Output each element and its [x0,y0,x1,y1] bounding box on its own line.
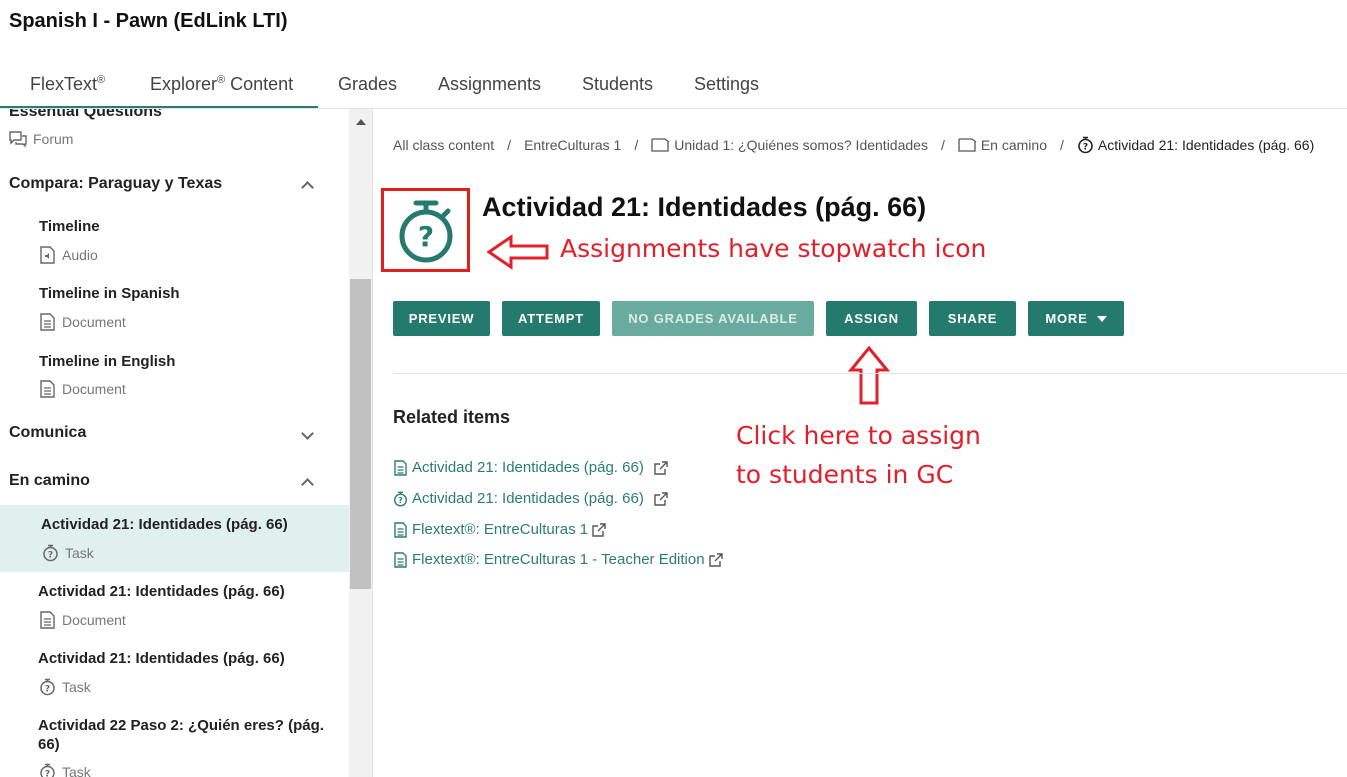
svg-text:?: ? [1083,143,1088,153]
document-icon [394,459,407,476]
annotation-assign-note-line1: Click here to assign [736,421,981,450]
svg-text:?: ? [418,220,434,253]
share-button[interactable]: SHARE [929,301,1016,336]
annotation-arrow-left-icon [487,234,549,270]
scroll-up-arrow-icon[interactable] [356,119,366,125]
preview-button[interactable]: PREVIEW [393,301,490,336]
svg-text:?: ? [45,685,50,695]
sidebar-item-type: Document [39,380,126,398]
attempt-button[interactable]: ATTEMPT [502,301,600,336]
no-grades-button: NO GRADES AVAILABLE [612,301,814,336]
document-icon [40,380,55,398]
breadcrumb-item-current: ? Actividad 21: Identidades (pág. 66) [1077,136,1314,154]
svg-text:?: ? [398,496,403,505]
assign-button[interactable]: ASSIGN [826,301,917,336]
sidebar-item-type: Audio [39,246,98,264]
folder-icon [958,138,977,152]
sidebar-item-type: ? Task [39,763,91,777]
stopwatch-icon: ? [1078,136,1093,154]
audio-file-icon [40,246,55,264]
breadcrumb-item-unidad-1[interactable]: Unidad 1: ¿Quiénes somos? Identidades [651,137,928,153]
tab-flextext[interactable]: FlexText® [30,74,105,95]
chevron-down-icon[interactable] [301,427,314,440]
tab-grades[interactable]: Grades [338,74,397,95]
annotation-assign-note-line2: to students in GC [736,460,954,489]
breadcrumb-item-all-class-content[interactable]: All class content [393,137,494,153]
caret-down-icon [1096,315,1107,322]
sidebar-item-type: ? Task [42,544,94,562]
sidebar-section-en-camino[interactable]: En camino [9,472,90,490]
breadcrumb-item-en-camino[interactable]: En camino [958,137,1047,153]
sidebar-item-title[interactable]: Timeline in English [39,352,339,371]
document-icon [40,611,55,629]
sidebar-item-type: Document [39,313,126,331]
tab-settings[interactable]: Settings [694,74,759,95]
external-link-icon [708,552,723,567]
section-divider [393,373,1347,374]
sidebar: Essential Questions Forum Compara: Parag… [0,109,349,777]
sidebar-item-type: Forum [9,131,73,147]
scrollbar-thumb[interactable] [350,279,371,589]
sidebar-section-comunica[interactable]: Comunica [9,424,86,442]
stopwatch-icon: ? [43,544,58,562]
external-link-icon [654,491,668,506]
svg-text:?: ? [48,551,53,561]
more-button[interactable]: MORE [1028,301,1124,336]
top-tab-bar: FlexText® Explorer® Content Grades Assig… [0,60,1347,109]
active-tab-indicator [0,106,318,108]
related-item-link[interactable]: Flextext®: EntreCulturas 1 - Teacher Edi… [393,551,723,568]
stopwatch-icon: ? [40,763,55,777]
document-icon [394,551,407,568]
svg-text:?: ? [45,770,50,777]
stopwatch-icon: ? [399,200,453,263]
sidebar-item-title[interactable]: Actividad 21: Identidades (pág. 66) [38,649,338,668]
sidebar-section-essential-questions[interactable]: Essential Questions [9,109,162,121]
page-title: Actividad 21: Identidades (pág. 66) [482,192,927,222]
external-link-icon [592,522,606,537]
related-item-link[interactable]: Flextext®: EntreCulturas 1 [393,521,606,538]
related-item-link[interactable]: ? Actividad 21: Identidades (pág. 66) [393,490,668,507]
sidebar-item-type: ? Task [39,678,91,696]
tab-explorer-content[interactable]: Explorer® Content [150,74,293,95]
breadcrumb-item-entreculturas[interactable]: EntreCulturas 1 [524,137,621,153]
document-icon [394,521,407,538]
breadcrumb: All class content / EntreCulturas 1 / Un… [393,136,1315,154]
folder-icon [651,138,670,152]
tab-students[interactable]: Students [582,74,653,95]
stopwatch-icon: ? [40,678,55,696]
annotation-arrow-up-icon [848,346,890,405]
stopwatch-icon: ? [393,491,408,507]
sidebar-item-title[interactable]: Actividad 22 Paso 2: ¿Quién eres? (pág. … [38,716,338,754]
external-link-icon [654,460,668,475]
app-title: Spanish I - Pawn (EdLink LTI) [9,10,288,32]
sidebar-item-title[interactable]: Timeline in Spanish [39,284,339,303]
sidebar-item-title[interactable]: Actividad 21: Identidades (pág. 66) [38,582,338,601]
tab-assignments[interactable]: Assignments [438,74,541,95]
sidebar-item-type: Document [39,611,126,629]
sidebar-item-title-selected[interactable]: Actividad 21: Identidades (pág. 66) [41,515,341,534]
chevron-up-icon[interactable] [301,181,314,194]
sidebar-item-title[interactable]: Timeline [39,217,339,236]
sidebar-section-compara[interactable]: Compara: Paraguay y Texas [9,175,222,193]
related-items-heading: Related items [393,407,511,427]
annotation-stopwatch-note: Assignments have stopwatch icon [560,234,987,263]
document-icon [40,313,55,331]
sidebar-scrollbar[interactable] [349,109,373,777]
forum-icon [9,131,27,147]
chevron-up-icon[interactable] [301,478,314,491]
related-item-link[interactable]: Actividad 21: Identidades (pág. 66) [393,459,668,476]
